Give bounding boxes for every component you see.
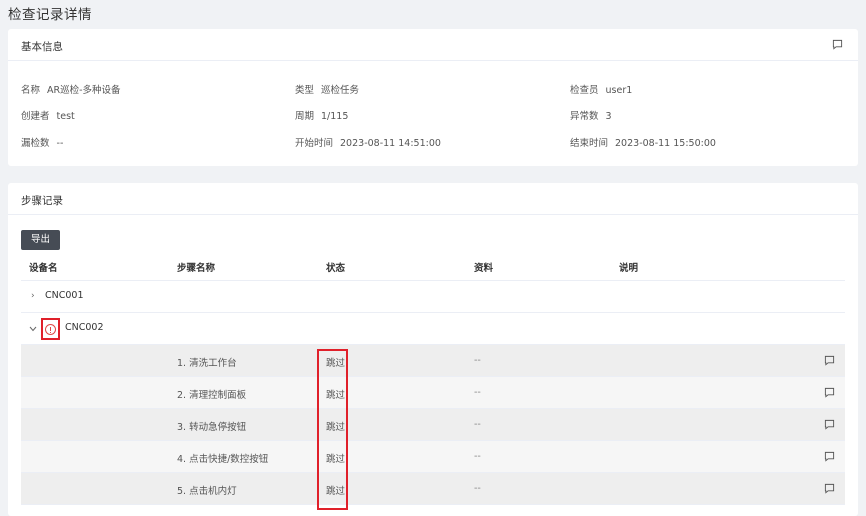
basic-info-title: 基本信息	[21, 41, 63, 53]
step-data: --	[474, 355, 481, 366]
warning-circle-icon	[45, 324, 56, 335]
info-type-label: 类型	[295, 85, 315, 96]
info-missed-label: 漏检数	[21, 138, 50, 149]
info-creator-value: test	[56, 111, 75, 122]
info-creator-label: 创建者	[21, 111, 50, 122]
info-missed: 漏检数 --	[21, 135, 63, 149]
info-cycle: 周期 1/115	[295, 108, 348, 122]
table-row: 3. 转动急停按钮 跳过 --	[21, 409, 845, 441]
info-creator: 创建者 test	[21, 108, 75, 122]
comment-icon[interactable]	[824, 451, 835, 462]
info-cycle-value: 1/115	[321, 111, 349, 122]
info-missed-value: --	[56, 138, 64, 149]
export-button[interactable]: 导出	[21, 230, 60, 250]
step-name: 4. 点击快捷/数控按钮	[177, 454, 269, 465]
step-status: 跳过	[326, 454, 346, 465]
step-records-title: 步骤记录	[21, 195, 63, 207]
step-name: 3. 转动急停按钮	[177, 422, 247, 433]
step-data: --	[474, 419, 481, 430]
info-start-time: 开始时间 2023-08-11 14:51:00	[295, 135, 441, 149]
info-end-time: 结束时间 2023-08-11 15:50:00	[570, 135, 716, 149]
table-row[interactable]: › CNC001	[21, 281, 845, 313]
info-type: 类型 巡检任务	[295, 82, 359, 96]
comment-icon[interactable]	[824, 355, 835, 366]
warning-highlight	[41, 318, 60, 340]
info-abnormal-value: 3	[605, 111, 612, 122]
column-header-data: 资料	[474, 263, 494, 274]
info-abnormal-label: 异常数	[570, 111, 599, 122]
page-title: 检查记录详情	[8, 7, 92, 23]
info-end-time-label: 结束时间	[570, 138, 609, 149]
step-status: 跳过	[326, 358, 346, 369]
table-row: 5. 点击机内灯 跳过 --	[21, 473, 845, 505]
column-header-step-name: 步骤名称	[177, 263, 216, 274]
info-inspector-label: 检查员	[570, 85, 599, 96]
comment-icon[interactable]	[824, 483, 835, 494]
info-type-value: 巡检任务	[321, 85, 360, 96]
basic-info-card: 基本信息 名称 AR巡检-多种设备 类型 巡检任务 检查员 user1 创建者 test…	[8, 29, 858, 166]
table-row: 1. 清洗工作台 跳过 --	[21, 345, 845, 377]
device-name: CNC002	[65, 322, 104, 333]
info-inspector: 检查员 user1	[570, 82, 632, 96]
step-name: 5. 点击机内灯	[177, 486, 237, 497]
comment-icon[interactable]	[832, 39, 843, 50]
step-data: --	[474, 387, 481, 398]
comment-icon[interactable]	[824, 419, 835, 430]
table-header: 设备名 步骤名称 状态 资料 说明	[21, 253, 845, 281]
info-name-value: AR巡检-多种设备	[47, 85, 121, 96]
info-name: 名称 AR巡检-多种设备	[21, 82, 121, 96]
chevron-down-icon[interactable]	[29, 326, 37, 332]
step-status: 跳过	[326, 390, 346, 401]
device-name: CNC001	[45, 290, 84, 301]
step-records-header: 步骤记录	[8, 183, 858, 215]
table-row: 2. 清理控制面板 跳过 --	[21, 377, 845, 409]
step-records-card: 步骤记录 导出 设备名 步骤名称 状态 资料 说明 › CNC001 CNC00…	[8, 183, 858, 516]
info-start-time-label: 开始时间	[295, 138, 334, 149]
step-status: 跳过	[326, 486, 346, 497]
info-inspector-value: user1	[605, 85, 633, 96]
chevron-right-icon[interactable]: ›	[31, 291, 35, 301]
info-cycle-label: 周期	[295, 111, 315, 122]
info-name-label: 名称	[21, 85, 41, 96]
step-data: --	[474, 483, 481, 494]
step-status: 跳过	[326, 422, 346, 433]
info-end-time-value: 2023-08-11 15:50:00	[615, 138, 716, 149]
comment-icon[interactable]	[824, 387, 835, 398]
basic-info-header: 基本信息	[8, 29, 858, 61]
step-name: 2. 清理控制面板	[177, 390, 247, 401]
table-row: 4. 点击快捷/数控按钮 跳过 --	[21, 441, 845, 473]
column-header-device: 设备名	[29, 263, 58, 274]
column-header-note: 说明	[619, 263, 639, 274]
step-data: --	[474, 451, 481, 462]
column-header-status: 状态	[326, 263, 346, 274]
info-abnormal: 异常数 3	[570, 108, 612, 122]
step-name: 1. 清洗工作台	[177, 358, 237, 369]
table-row[interactable]: CNC002	[21, 313, 845, 345]
info-start-time-value: 2023-08-11 14:51:00	[340, 138, 441, 149]
